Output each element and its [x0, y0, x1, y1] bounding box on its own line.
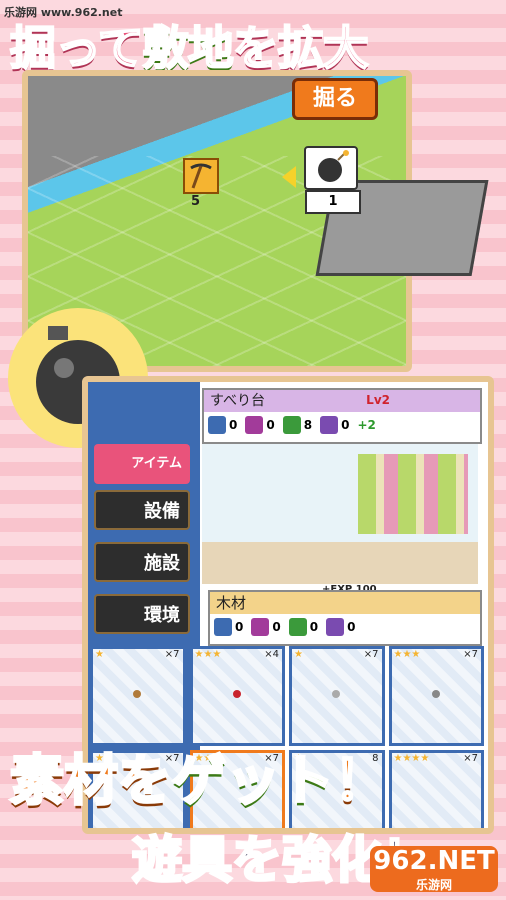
dig-button[interactable]: 掘る	[292, 78, 378, 120]
claim2-part2: 強化	[281, 830, 384, 891]
item-stats: 0 0 8 0 +2	[208, 416, 376, 434]
headline-part3: を	[232, 20, 280, 76]
material-card[interactable]: ★★★ ×4	[189, 646, 285, 746]
material-card[interactable]: ★★★ ×7	[388, 646, 484, 746]
headline-part1: 掘って	[9, 20, 145, 76]
stat-blue-icon	[208, 416, 226, 434]
pickaxe-count: 5	[191, 194, 201, 209]
claim1-part1: 素材を	[9, 748, 174, 814]
bomb-icon	[318, 150, 349, 182]
material-icon	[431, 690, 440, 699]
stat-blue-icon	[214, 618, 232, 636]
stat-purple-icon	[245, 416, 264, 434]
pickaxe-slot[interactable]	[183, 158, 219, 194]
tab-environment[interactable]: 環境	[94, 594, 190, 634]
bomb-slot[interactable]	[304, 146, 358, 190]
material-stat: 0	[214, 618, 243, 636]
bomb-count: 1	[305, 190, 361, 214]
claim2-part1: 遊具を	[131, 830, 284, 891]
stat-purple-icon	[251, 618, 270, 636]
bookshelf	[358, 454, 468, 534]
material-icon	[332, 690, 341, 699]
item-stat: 8	[282, 416, 312, 434]
logo-domain: 962.NET	[373, 846, 495, 876]
stat-green-icon	[288, 618, 307, 636]
item-stat: 0	[320, 416, 349, 434]
stat-violet-icon	[326, 618, 345, 636]
room-scene: +EXP 100	[202, 444, 478, 595]
claim1-part3: ！	[333, 748, 390, 814]
headline-part2: 敷地	[142, 20, 235, 76]
material-panel: 木材 0 0 0 0	[208, 590, 482, 646]
headline: 掘って敷地を拡大	[9, 12, 500, 76]
item-name: すべり台	[204, 390, 480, 412]
site-logo: 962.NET 乐游网	[370, 846, 498, 892]
tab-items[interactable]: アイテム	[94, 444, 190, 484]
stat-green-icon	[282, 416, 301, 434]
material-icon	[232, 690, 241, 699]
item-stat: 0	[245, 416, 275, 434]
arrow-left-icon	[282, 166, 296, 188]
item-level-value: 2	[381, 393, 390, 407]
claim1-part2: ゲット	[171, 748, 336, 814]
pickaxe-icon	[190, 163, 212, 189]
material-card[interactable]: ★ ×7	[289, 646, 385, 746]
item-stat: 0	[208, 416, 237, 434]
logo-name: 乐游网	[415, 878, 452, 892]
tab-equipment[interactable]: 設備	[94, 490, 190, 530]
material-stat: 0	[326, 618, 355, 636]
material-icon	[133, 690, 142, 699]
material-stat: 0	[251, 618, 281, 636]
headline-part4: 拡大	[277, 20, 370, 76]
item-level: Lv2	[366, 393, 390, 407]
material-stat: 0	[288, 618, 318, 636]
material-name: 木材	[210, 592, 480, 614]
stat-violet-icon	[320, 416, 339, 434]
claim-get-materials: 素材をゲット！	[9, 736, 390, 815]
item-bonus: +2	[357, 418, 376, 432]
material-stats: 0 0 0 0	[214, 618, 355, 636]
tab-facility[interactable]: 施設	[94, 542, 190, 582]
item-info-panel: すべり台 Lv2 0 0 8 0 +2	[202, 388, 482, 444]
material-card[interactable]: ★ ×7	[90, 646, 186, 746]
